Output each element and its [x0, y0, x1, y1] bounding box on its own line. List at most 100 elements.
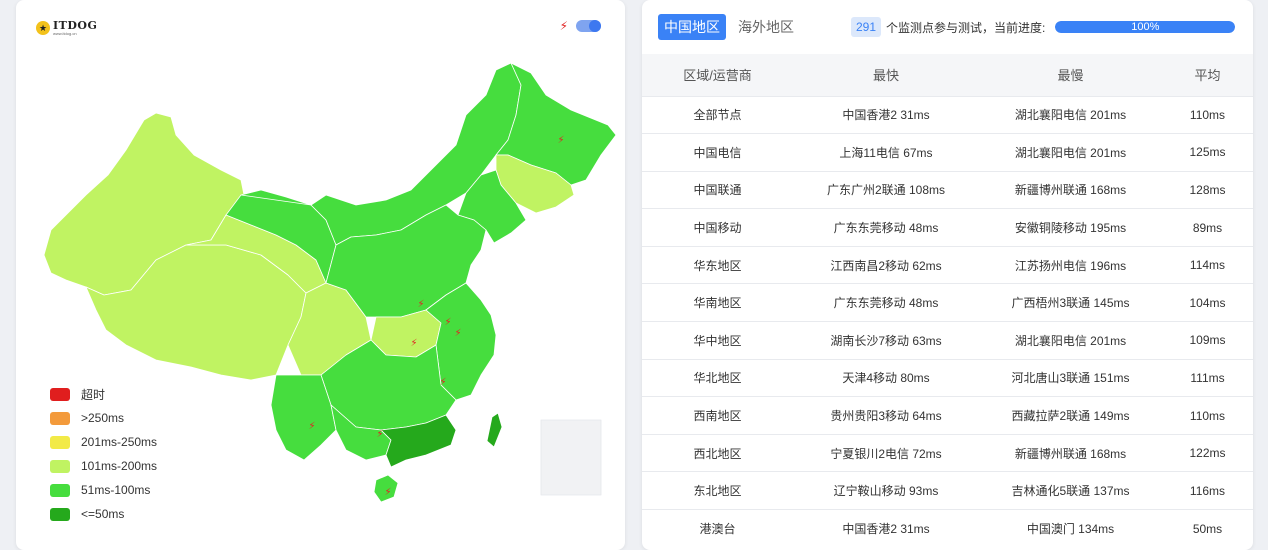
- cell-region: 华中地区: [642, 321, 793, 360]
- timeout-bolt-icon: ⚡: [308, 421, 315, 432]
- legend-label: 51ms-100ms: [81, 483, 151, 497]
- legend-label: 101ms-200ms: [81, 459, 158, 473]
- cell-average: 111ms: [1162, 358, 1253, 397]
- cell-fastest: 上海11电信 67ms: [793, 133, 979, 172]
- legend-swatch-1: [50, 411, 70, 425]
- cell-fastest: 天津4移动 80ms: [793, 358, 979, 397]
- cell-slowest: 安徽铜陵移动 195ms: [979, 208, 1162, 247]
- legend-item[interactable]: 超时: [50, 382, 157, 406]
- legend-label: <=50ms: [81, 507, 125, 521]
- timeout-bolt-icon: ⚡: [439, 377, 446, 388]
- cell-fastest: 广东广州2联通 108ms: [793, 170, 979, 209]
- cell-slowest: 吉林通化5联通 137ms: [979, 471, 1162, 510]
- lightning-icon: ⚡: [559, 19, 568, 33]
- legend-label: >250ms: [81, 411, 125, 425]
- cell-region: 西北地区: [642, 433, 793, 472]
- cell-slowest: 广西梧州3联通 145ms: [979, 283, 1162, 322]
- timeout-bolt-icon: ⚡: [454, 328, 461, 339]
- logo-subtext: www.itdog.cn: [53, 31, 77, 36]
- timeout-bolt-icon: ⚡: [444, 317, 451, 328]
- legend-swatch-4: [50, 483, 70, 497]
- map-panel: ★ ITDOG www.itdog.cn ⚡ ⚡ ⚡ ⚡ ⚡ ⚡ ⚡ ⚡ ⚡ ⚡…: [16, 0, 625, 550]
- cell-average: 125ms: [1162, 133, 1253, 172]
- cell-fastest: 宁夏银川2电信 72ms: [793, 433, 979, 472]
- cell-average: 109ms: [1162, 321, 1253, 360]
- header-fastest: 最快: [872, 68, 899, 84]
- cell-region: 全部节点: [642, 95, 793, 134]
- table-row: 港澳台 中国香港2 31ms 中国澳门 134ms 50ms: [642, 509, 1253, 548]
- cell-slowest: 西藏拉萨2联通 149ms: [979, 396, 1162, 435]
- cell-slowest: 湖北襄阳电信 201ms: [979, 133, 1162, 172]
- probe-status: 291 个监测点参与测试，当前进度: 100%: [851, 17, 1236, 37]
- progress-bar: 100%: [1055, 21, 1236, 33]
- legend-item[interactable]: <=50ms: [50, 502, 157, 526]
- cell-slowest: 中国澳门 134ms: [979, 509, 1162, 548]
- cell-slowest: 河北唐山3联通 151ms: [979, 358, 1162, 397]
- table-row: 西北地区 宁夏银川2电信 72ms 新疆博州联通 168ms 122ms: [642, 433, 1253, 472]
- cell-average: 50ms: [1162, 509, 1253, 548]
- cell-region: 中国电信: [642, 133, 793, 172]
- cell-average: 110ms: [1162, 396, 1253, 435]
- results-table: 区域/运营商 最快 最慢 平均 全部节点 中国香港2 31ms 湖北襄阳电信 201…: [642, 54, 1253, 548]
- table-row: 西南地区 贵州贵阳3移动 64ms 西藏拉萨2联通 149ms 110ms: [642, 396, 1253, 435]
- table-row: 中国移动 广东东莞移动 48ms 安徽铜陵移动 195ms 89ms: [642, 208, 1253, 247]
- cell-region: 中国移动: [642, 208, 793, 247]
- probe-status-text: 个监测点参与测试，当前进度:: [886, 20, 1046, 35]
- cell-average: 110ms: [1162, 95, 1253, 134]
- cell-fastest: 中国香港2 31ms: [793, 509, 979, 548]
- table-row: 中国联通 广东广州2联通 108ms 新疆博州联通 168ms 128ms: [642, 170, 1253, 209]
- tab-china[interactable]: 中国地区: [658, 14, 726, 40]
- timeout-bolt-icon: ⚡: [417, 299, 424, 310]
- legend-item[interactable]: 201ms-250ms: [50, 430, 157, 454]
- progress-label: 100%: [1131, 21, 1160, 33]
- table-row: 全部节点 中国香港2 31ms 湖北襄阳电信 201ms 110ms: [642, 95, 1253, 134]
- cell-region: 港澳台: [642, 509, 793, 548]
- region-taiwan: [486, 412, 503, 448]
- legend-label: 超时: [81, 387, 106, 402]
- cell-average: 122ms: [1162, 433, 1253, 472]
- cell-fastest: 贵州贵阳3移动 64ms: [793, 396, 979, 435]
- cell-slowest: 湖北襄阳电信 201ms: [979, 321, 1162, 360]
- header-slowest: 最慢: [1057, 68, 1084, 84]
- legend-swatch-3: [50, 459, 70, 473]
- cell-average: 128ms: [1162, 170, 1253, 209]
- legend-swatch-2: [50, 435, 70, 449]
- cell-fastest: 中国香港2 31ms: [793, 95, 979, 134]
- timeout-bolt-icon: ⚡: [384, 487, 391, 498]
- cell-fastest: 广东东莞移动 48ms: [793, 208, 979, 247]
- cell-fastest: 江西南昌2移动 62ms: [793, 245, 979, 284]
- dog-icon: ★: [36, 21, 50, 35]
- cell-average: 89ms: [1162, 208, 1253, 247]
- probe-count-badge: 291: [851, 17, 882, 37]
- legend-item[interactable]: >250ms: [50, 406, 157, 430]
- table-row: 华南地区 广东东莞移动 48ms 广西梧州3联通 145ms 104ms: [642, 283, 1253, 322]
- header-region: 区域/运营商: [683, 68, 752, 84]
- cell-region: 华东地区: [642, 245, 793, 284]
- legend-swatch-5: [50, 507, 70, 521]
- cell-fastest: 广东东莞移动 48ms: [793, 283, 979, 322]
- table-row: 中国电信 上海11电信 67ms 湖北襄阳电信 201ms 125ms: [642, 133, 1253, 172]
- itdog-logo: ★ ITDOG www.itdog.cn: [36, 20, 97, 36]
- cell-region: 中国联通: [642, 170, 793, 209]
- tab-overseas[interactable]: 海外地区: [732, 14, 800, 40]
- cell-average: 114ms: [1162, 245, 1253, 284]
- latency-legend: 超时 >250ms 201ms-250ms 101ms-200ms 51ms-1…: [50, 382, 157, 526]
- legend-item[interactable]: 101ms-200ms: [50, 454, 157, 478]
- cell-region: 西南地区: [642, 396, 793, 435]
- cell-fastest: 湖南长沙7移动 63ms: [793, 321, 979, 360]
- cell-slowest: 江苏扬州电信 196ms: [979, 245, 1162, 284]
- south-china-sea-inset: [540, 419, 602, 496]
- cell-slowest: 湖北襄阳电信 201ms: [979, 95, 1162, 134]
- timeout-marker-toggle[interactable]: [576, 20, 601, 32]
- table-row: 华中地区 湖南长沙7移动 63ms 湖北襄阳电信 201ms 109ms: [642, 321, 1253, 360]
- cell-slowest: 新疆博州联通 168ms: [979, 433, 1162, 472]
- cell-fastest: 辽宁鞍山移动 93ms: [793, 471, 979, 510]
- timeout-bolt-icon: ⚡: [557, 135, 564, 146]
- cell-region: 华南地区: [642, 283, 793, 322]
- cell-region: 东北地区: [642, 471, 793, 510]
- cell-slowest: 新疆博州联通 168ms: [979, 170, 1162, 209]
- legend-item[interactable]: 51ms-100ms: [50, 478, 157, 502]
- cell-region: 华北地区: [642, 358, 793, 397]
- table-row: 华东地区 江西南昌2移动 62ms 江苏扬州电信 196ms 114ms: [642, 245, 1253, 284]
- timeout-bolt-icon: ⚡: [376, 429, 383, 440]
